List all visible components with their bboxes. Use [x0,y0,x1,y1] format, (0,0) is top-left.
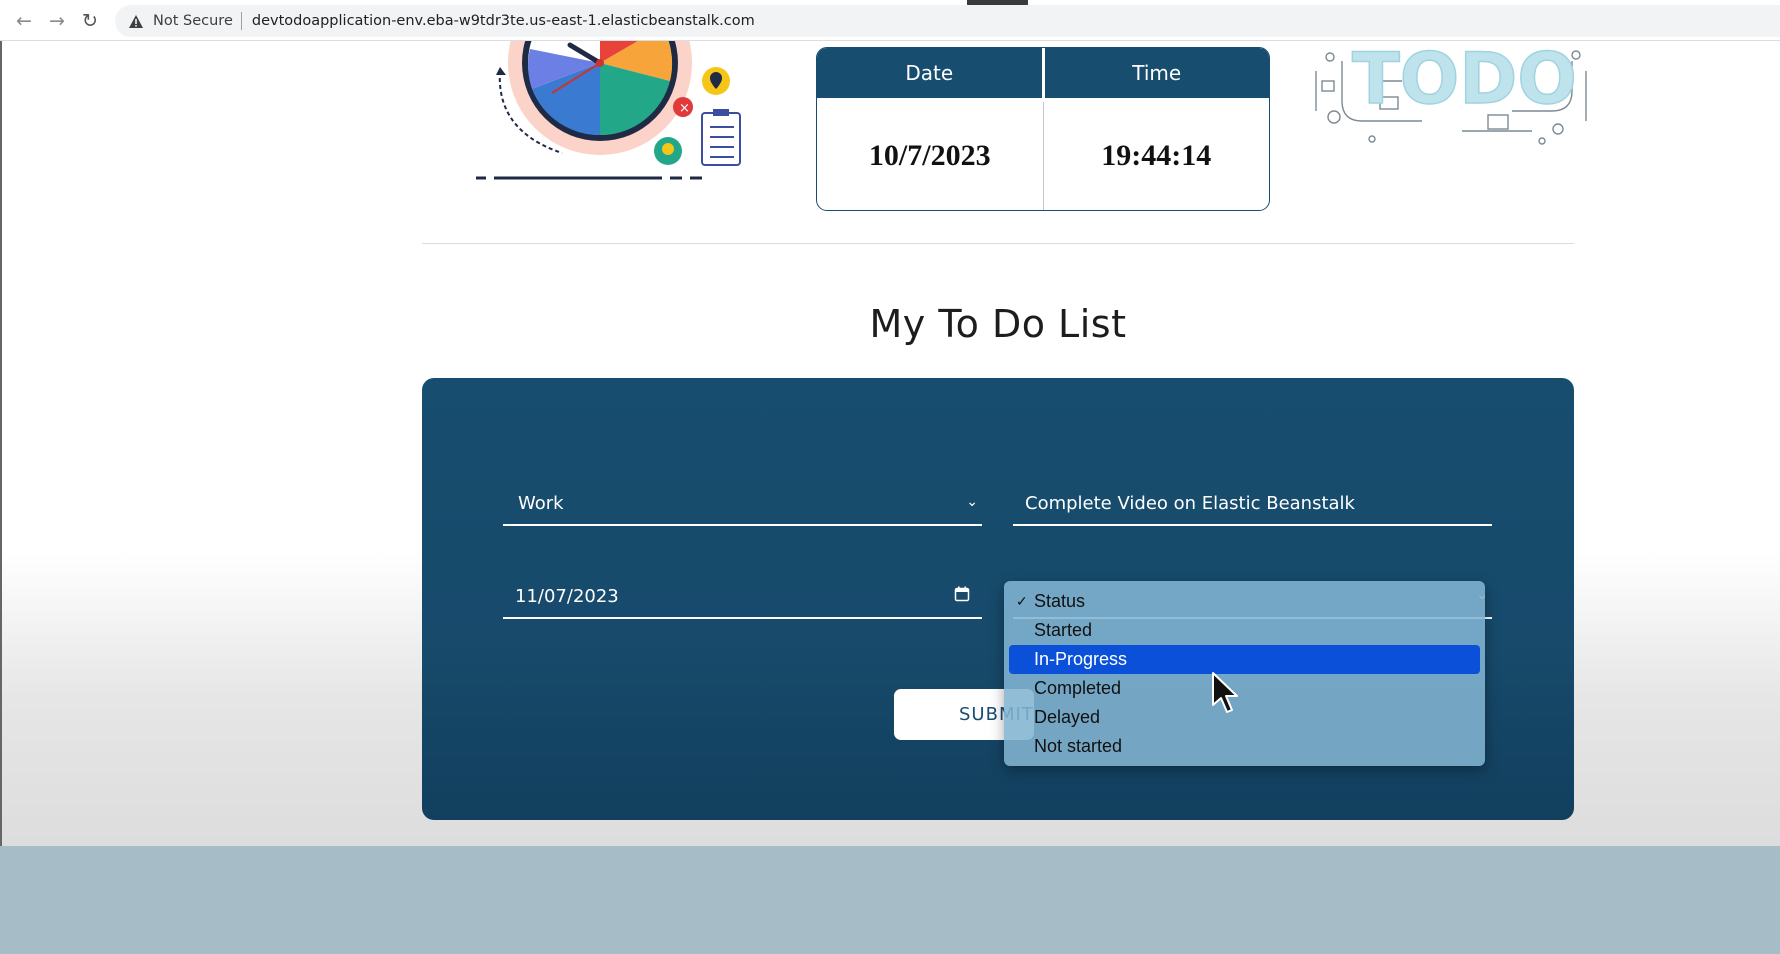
due-date-value: 11/07/2023 [515,585,619,607]
time-header: Time [1044,48,1269,102]
task-value: Complete Video on Elastic Beanstalk [1025,492,1355,514]
status-option-in-progress[interactable]: In-Progress [1009,645,1480,674]
footer-band [0,846,1780,954]
task-input[interactable]: Complete Video on Elastic Beanstalk [1013,482,1492,526]
omnibox-separator [240,12,242,30]
due-date-input[interactable]: 11/07/2023 [503,575,982,619]
svg-text:TODO: TODO [1352,41,1577,120]
warning-icon [127,12,145,30]
checkmark-icon: ✓ [1016,593,1028,609]
status-option-started[interactable]: Started [1009,616,1480,645]
chevron-down-icon: ⌄ [966,494,978,510]
datetime-table: Date Time 10/7/2023 19:44:14 [816,47,1270,211]
address-bar[interactable]: Not Secure devtodoapplication-env.eba-w9… [115,5,1780,37]
header-divider [422,243,1574,244]
status-option-delayed[interactable]: Delayed [1009,703,1480,732]
category-select[interactable]: Work ⌄ [503,482,982,526]
browser-toolbar: ← → ↻ Not Secure devtodoapplication-env.… [0,0,1780,41]
date-value: 10/7/2023 [817,102,1044,210]
status-dropdown-menu: ✓ Status Started In-Progress Completed D… [1004,581,1485,766]
status-option-not-started[interactable]: Not started [1009,732,1480,761]
time-value: 19:44:14 [1101,139,1212,172]
clock-illustration-icon: × [476,41,741,180]
mouse-pointer-icon [1212,672,1238,713]
status-option-completed[interactable]: Completed [1009,674,1480,703]
category-value: Work [518,492,564,514]
calendar-icon[interactable] [954,586,970,602]
todo-circuit-illustration-icon: TODO [1315,41,1587,145]
page-title: My To Do List [869,302,1127,346]
url-text[interactable]: devtodoapplication-env.eba-w9tdr3te.us-e… [252,13,755,29]
status-option-status[interactable]: ✓ Status [1009,587,1480,616]
security-label[interactable]: Not Secure [153,13,233,29]
date-header: Date [817,48,1045,102]
svg-text:×: × [679,101,690,116]
forward-arrow-icon[interactable]: → [44,8,70,34]
back-arrow-icon[interactable]: ← [11,8,37,34]
reload-icon[interactable]: ↻ [77,8,103,34]
